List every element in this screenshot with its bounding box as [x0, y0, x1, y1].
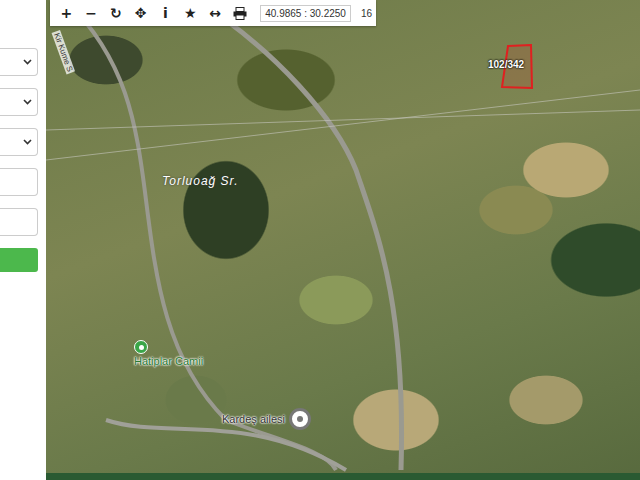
select-field[interactable]	[0, 48, 38, 76]
text-input[interactable]	[0, 168, 38, 196]
chevron-down-icon	[23, 139, 32, 145]
toolbar-button[interactable]: ↻	[104, 2, 129, 24]
map-label: Torluoağ Sr.	[162, 174, 238, 188]
road-lines	[46, 0, 640, 480]
map-toolbar: +−↻✥i★↔ 40.9865 : 30.2250 16	[50, 0, 376, 26]
satellite-image	[46, 0, 640, 480]
print-button[interactable]	[227, 2, 252, 24]
pin-label: Hatiplar Camii	[134, 355, 203, 367]
parcel-label: 102/342	[488, 59, 524, 70]
toolbar-button[interactable]: ★	[178, 2, 203, 24]
search-button[interactable]	[0, 248, 38, 272]
toolbar-button[interactable]: i	[153, 2, 178, 24]
toolbar-button[interactable]: ↔	[203, 2, 228, 24]
toolbar-button[interactable]: ✥	[128, 2, 153, 24]
map[interactable]: +−↻✥i★↔ 40.9865 : 30.2250 16 102/342 Torluoa…	[46, 0, 640, 480]
zoom-level: 16	[361, 8, 372, 19]
toolbar-button[interactable]: −	[79, 2, 104, 24]
chevron-down-icon	[23, 99, 32, 105]
toolbar-button[interactable]: +	[54, 2, 79, 24]
select-field[interactable]	[0, 88, 38, 116]
pin-icon	[134, 340, 148, 354]
map-pin[interactable]: Hatiplar Camii	[134, 340, 203, 367]
text-input[interactable]	[0, 208, 38, 236]
pin-icon	[289, 408, 311, 430]
coordinates: 40.9865 : 30.2250	[260, 5, 351, 22]
printer-icon	[233, 7, 247, 20]
bottom-strip	[46, 473, 640, 480]
pin-label: Kardeş ailesi	[222, 413, 285, 425]
map-app: +−↻✥i★↔ 40.9865 : 30.2250 16 102/342 Torluoa…	[0, 0, 640, 480]
chevron-down-icon	[23, 59, 32, 65]
select-field[interactable]	[0, 128, 38, 156]
map-pin[interactable]: Kardeş ailesi	[222, 408, 311, 430]
sidebar	[0, 0, 46, 480]
